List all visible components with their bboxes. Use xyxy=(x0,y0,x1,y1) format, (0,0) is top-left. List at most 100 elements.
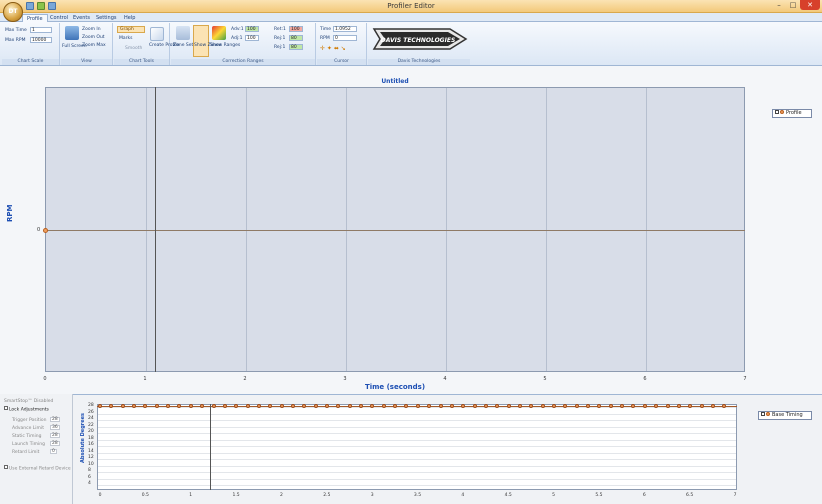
static-timing-value[interactable]: 28 xyxy=(50,433,60,438)
timing-side-panel: SmartStop™ Disabled Lock Adjustments Tri… xyxy=(0,394,73,504)
base-timing-point[interactable] xyxy=(325,404,329,408)
checkbox-icon[interactable] xyxy=(4,465,8,469)
lock-adjustments-checkbox[interactable]: Lock Adjustments xyxy=(4,406,49,413)
base-timing-point[interactable] xyxy=(290,404,295,408)
app-menu-button[interactable]: DT xyxy=(3,2,23,22)
tab-help[interactable]: Help xyxy=(120,14,139,22)
y-axis-title: RPM xyxy=(6,204,14,223)
base-timing-point[interactable] xyxy=(710,404,715,408)
base-timing-point[interactable] xyxy=(415,404,420,408)
profile-legend[interactable]: Profile xyxy=(772,109,812,118)
cursor-time-input[interactable]: 1.0952 xyxy=(333,26,357,32)
base-timing-point[interactable] xyxy=(506,404,511,408)
show-zones-toggle[interactable] xyxy=(193,25,209,57)
retard-limit-label: Retard Limit xyxy=(12,450,40,455)
max-rpm-input[interactable]: 10000 xyxy=(30,37,52,43)
ribbon-tabs: Profile Control Events Settings Help xyxy=(0,13,822,22)
base-timing-point[interactable] xyxy=(676,404,681,408)
x-tick-label: 2 xyxy=(243,376,247,382)
gridline xyxy=(98,465,736,467)
base-timing-legend[interactable]: Base Timing xyxy=(758,411,812,420)
external-retard-checkbox[interactable]: Use External Retard Device xyxy=(4,465,71,472)
tab-settings[interactable]: Settings xyxy=(92,14,121,22)
base-timing-point[interactable] xyxy=(313,404,318,408)
cursor-rpm-input[interactable]: 0 xyxy=(333,35,357,41)
tab-profile[interactable]: Profile xyxy=(22,14,48,22)
profile-line xyxy=(45,230,745,231)
base-timing-point[interactable] xyxy=(211,404,216,408)
full-screen-icon[interactable] xyxy=(65,26,79,40)
x-tick-label: 3 xyxy=(343,376,347,382)
timing-plot-area[interactable] xyxy=(97,404,737,490)
adj-input[interactable]: 100 xyxy=(245,35,259,41)
tab-events[interactable]: Events xyxy=(69,14,94,22)
retard-limit-value[interactable]: 0 xyxy=(50,449,57,454)
base-timing-point[interactable] xyxy=(222,404,227,408)
max-time-input[interactable]: 1 xyxy=(30,27,52,33)
base-timing-point[interactable] xyxy=(642,404,647,408)
base-timing-point[interactable] xyxy=(438,404,443,408)
adv-input[interactable]: 100 xyxy=(245,26,259,32)
y-tick-label: 16 xyxy=(88,442,94,447)
legend-checkbox[interactable] xyxy=(775,109,779,114)
y-tick-label: 10 xyxy=(88,461,94,467)
marks-button[interactable]: Marks xyxy=(119,36,132,41)
base-timing-point[interactable] xyxy=(608,404,613,408)
advance-limit-value[interactable]: 36 xyxy=(50,425,60,430)
base-timing-point[interactable] xyxy=(552,404,556,408)
base-timing-point[interactable] xyxy=(472,404,477,408)
zoom-in-button[interactable]: Zoom In xyxy=(82,27,101,32)
group-label-correction-ranges: Correction Ranges xyxy=(171,59,315,65)
x-tick-label: 6.5 xyxy=(686,493,694,498)
checkbox-icon[interactable] xyxy=(4,406,8,410)
minimize-button[interactable]: – xyxy=(772,0,786,10)
x-tick-label: 5.5 xyxy=(595,493,603,498)
rej-input-1[interactable]: 80 xyxy=(289,35,303,41)
legend-checkbox[interactable] xyxy=(761,411,765,416)
x-tick-label: 0 xyxy=(98,493,102,498)
base-timing-point[interactable] xyxy=(517,404,522,408)
ret-input[interactable]: 100 xyxy=(289,26,303,32)
base-timing-point[interactable] xyxy=(665,404,670,408)
base-timing-point[interactable] xyxy=(188,404,193,408)
base-timing-point[interactable] xyxy=(449,404,454,408)
base-timing-point[interactable] xyxy=(98,404,102,408)
base-timing-point[interactable] xyxy=(381,404,386,408)
close-button[interactable]: ✕ xyxy=(800,0,820,10)
advance-limit-label: Advance Limit xyxy=(12,426,44,431)
graph-combo[interactable]: Graph xyxy=(117,26,145,33)
create-profile-icon[interactable] xyxy=(150,27,164,41)
smooth-button[interactable]: Smooth xyxy=(125,46,142,51)
svg-text:DAVIS TECHNOLOGIES: DAVIS TECHNOLOGIES xyxy=(381,37,456,44)
base-timing-point[interactable] xyxy=(154,404,159,408)
group-label-chart-scale: Chart Scale xyxy=(2,59,59,65)
time-cursor[interactable] xyxy=(154,87,156,372)
trigger-position-value[interactable]: 28 xyxy=(50,417,60,422)
y-tick-label: 20 xyxy=(88,429,94,434)
zone-settings-icon[interactable] xyxy=(176,26,190,40)
base-timing-point[interactable] xyxy=(120,404,125,408)
base-timing-point[interactable] xyxy=(574,404,579,408)
base-timing-point[interactable] xyxy=(256,404,261,408)
window-controls: – □ ✕ xyxy=(772,0,820,10)
timing-cursor[interactable] xyxy=(210,404,211,490)
gridline xyxy=(98,439,736,441)
y-tick-label: 0 xyxy=(37,227,41,233)
legend-marker-icon xyxy=(766,411,770,416)
base-timing-point[interactable] xyxy=(279,404,284,408)
cursor-move-icons[interactable]: ✛ ✦ ⬌ ↘ xyxy=(320,45,346,52)
zoom-max-button[interactable]: Zoom Max xyxy=(82,43,106,48)
zoom-out-button[interactable]: Zoom Out xyxy=(82,35,105,40)
base-timing-point[interactable] xyxy=(540,404,545,408)
davis-logo: DAVIS TECHNOLOGIES xyxy=(372,28,468,50)
launch-timing-value[interactable]: 28 xyxy=(50,441,60,446)
profile-point[interactable] xyxy=(43,228,48,233)
base-timing-point[interactable] xyxy=(699,404,704,408)
rej-input-2[interactable]: 80 xyxy=(289,44,303,50)
base-timing-point[interactable] xyxy=(347,404,352,408)
show-ranges-icon[interactable] xyxy=(212,26,226,40)
x-tick-label: 2 xyxy=(279,493,283,498)
base-timing-point[interactable] xyxy=(245,404,250,408)
base-timing-point[interactable] xyxy=(483,404,488,408)
maximize-button[interactable]: □ xyxy=(786,0,800,10)
